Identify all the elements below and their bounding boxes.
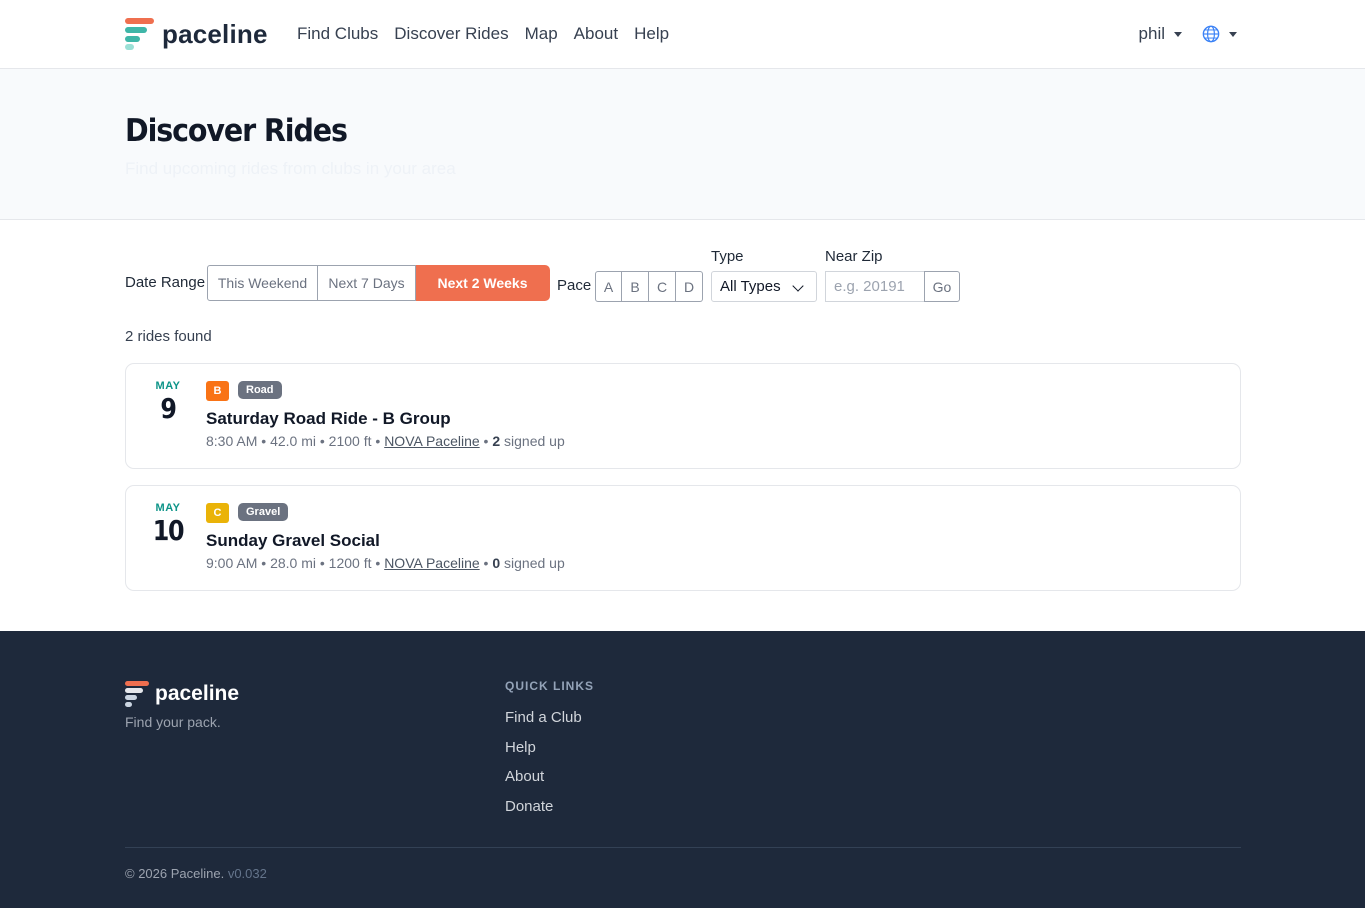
footer-link-find-a-club[interactable]: Find a Club <box>505 709 582 726</box>
ride-distance: 42.0 mi <box>270 433 316 449</box>
site-footer: paceline Find your pack. QUICK LINKS Fin… <box>0 631 1365 908</box>
ride-card[interactable]: MAY 9 B Road Saturday Road Ride - B Grou… <box>125 363 1241 469</box>
ride-date: MAY 10 <box>146 502 190 547</box>
nav-map[interactable]: Map <box>525 24 558 44</box>
ride-card[interactable]: MAY 10 C Gravel Sunday Gravel Social 9:0… <box>125 485 1241 591</box>
page-subtitle: Find upcoming rides from clubs in your a… <box>125 159 456 178</box>
chevron-down-icon <box>792 280 804 292</box>
ride-month: MAY <box>155 502 181 514</box>
footer-brand-name: paceline <box>155 682 240 705</box>
brand-name: paceline <box>162 18 268 49</box>
date-this-weekend-button[interactable]: This Weekend <box>207 265 318 301</box>
pace-badge: B <box>206 381 229 401</box>
main-nav: Find Clubs Discover Rides Map About Help <box>297 24 685 44</box>
ride-title[interactable]: Saturday Road Ride - B Group <box>206 409 451 429</box>
ride-badges: B Road <box>206 381 282 401</box>
footer-link-donate[interactable]: Donate <box>505 798 553 815</box>
zip-input[interactable] <box>825 271 925 302</box>
ride-club-link[interactable]: NOVA Paceline <box>384 555 479 571</box>
type-label: Type <box>711 248 744 265</box>
page-title: Discover Rides <box>125 113 348 149</box>
date-next-2-weeks-button[interactable]: Next 2 Weeks <box>416 265 550 301</box>
ride-filters: Date Range This Weekend Next 7 Days Next… <box>125 248 1025 308</box>
ride-date: MAY 9 <box>146 380 190 425</box>
version-label: v0.032 <box>227 866 267 881</box>
near-zip-label: Near Zip <box>825 248 883 265</box>
ride-elevation: 1200 ft <box>328 555 372 571</box>
page-header: Discover Rides Find upcoming rides from … <box>0 69 1365 220</box>
ride-distance: 28.0 mi <box>270 555 316 571</box>
nav-about[interactable]: About <box>574 24 618 44</box>
zip-go-button[interactable]: Go <box>924 271 960 302</box>
quick-links-heading: QUICK LINKS <box>505 679 594 693</box>
caret-down-icon <box>1174 31 1182 37</box>
nav-help[interactable]: Help <box>634 24 669 44</box>
paceline-logo-icon <box>125 18 154 50</box>
ride-signup-label: signed up <box>504 433 565 449</box>
ride-month: MAY <box>155 380 181 392</box>
caret-down-icon <box>1229 31 1237 37</box>
footer-link-about[interactable]: About <box>505 768 544 785</box>
top-navbar: paceline Find Clubs Discover Rides Map A… <box>0 0 1365 69</box>
ride-badges: C Gravel <box>206 503 289 523</box>
date-range-group: This Weekend Next 7 Days Next 2 Weeks <box>207 265 550 301</box>
ride-time: 8:30 AM <box>206 433 258 449</box>
ride-club-link[interactable]: NOVA Paceline <box>384 433 479 449</box>
date-range-label: Date Range <box>125 274 206 291</box>
type-badge: Gravel <box>238 503 289 521</box>
user-name: phil <box>1138 24 1165 43</box>
ride-meta: 9:00 AM • 28.0 mi • 1200 ft • NOVA Pacel… <box>206 555 565 571</box>
nav-find-clubs[interactable]: Find Clubs <box>297 24 378 44</box>
brand-link[interactable]: paceline <box>125 18 268 50</box>
date-next-7-days-button[interactable]: Next 7 Days <box>318 265 416 301</box>
ride-meta: 8:30 AM • 42.0 mi • 2100 ft • NOVA Pacel… <box>206 433 565 449</box>
copyright: © 2026 Paceline. v0.032 <box>125 866 267 881</box>
ride-time: 9:00 AM <box>206 555 258 571</box>
pace-c-button[interactable]: C <box>649 271 676 302</box>
copyright-text: © 2026 Paceline. <box>125 866 225 881</box>
pace-b-button[interactable]: B <box>622 271 649 302</box>
user-menu-dropdown[interactable]: phil <box>1139 24 1182 44</box>
footer-tagline: Find your pack. <box>125 714 221 730</box>
ride-elevation: 2100 ft <box>328 433 372 449</box>
ride-day: 10 <box>152 514 185 547</box>
pace-group: A B C D <box>595 271 703 302</box>
nav-right: phil <box>1139 24 1237 44</box>
footer-link-help[interactable]: Help <box>505 739 536 756</box>
pace-badge: C <box>206 503 229 523</box>
footer-brand: paceline <box>125 681 239 707</box>
pace-a-button[interactable]: A <box>595 271 622 302</box>
ride-title[interactable]: Sunday Gravel Social <box>206 531 380 551</box>
nav-discover-rides[interactable]: Discover Rides <box>394 24 508 44</box>
ride-day: 9 <box>160 392 177 425</box>
results-count: 2 rides found <box>125 328 212 345</box>
type-select[interactable]: All Types <box>711 271 817 302</box>
type-select-value: All Types <box>720 278 781 295</box>
ride-signup-label: signed up <box>504 555 565 571</box>
footer-divider <box>125 847 1241 848</box>
language-dropdown[interactable] <box>1202 25 1237 43</box>
globe-icon <box>1202 25 1220 43</box>
ride-signup-count: 2 <box>492 433 501 449</box>
ride-signup-count: 0 <box>492 555 501 571</box>
pace-d-button[interactable]: D <box>676 271 703 302</box>
type-badge: Road <box>238 381 282 399</box>
pace-label: Pace <box>557 277 592 294</box>
paceline-logo-icon <box>125 681 149 707</box>
